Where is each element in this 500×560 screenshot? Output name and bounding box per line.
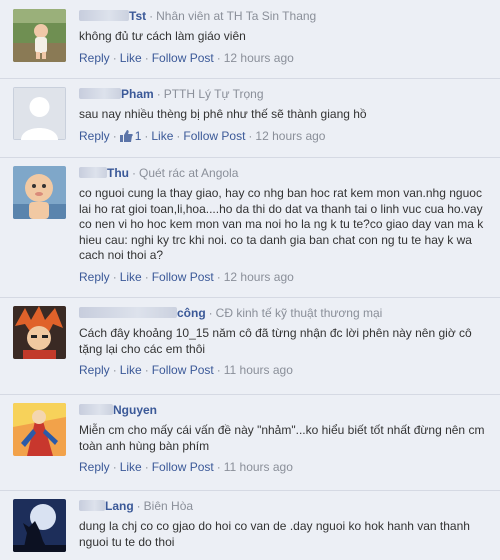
redacted-name xyxy=(79,404,113,415)
like-link[interactable]: Like xyxy=(120,363,142,377)
commenter-info: PTTH Lý Tự Trọng xyxy=(163,87,264,101)
anime-character-icon xyxy=(13,306,66,359)
commenter-name[interactable]: công xyxy=(177,306,206,320)
commenter-name[interactable]: Tst xyxy=(129,9,146,23)
redacted-name xyxy=(79,500,105,511)
user-avatar[interactable] xyxy=(13,499,66,552)
comment-text: không đủ tư cách làm giáo viên xyxy=(79,29,246,43)
colorful-figure-icon xyxy=(13,403,66,456)
comment-text: co nguoi cung la thay giao, hay co nhg b… xyxy=(79,186,484,262)
comment-item: Tst · Nhân viên at TH Ta Sin Thang không đ… xyxy=(0,0,500,79)
commenter-info: Biên Hòa xyxy=(143,499,194,513)
like-link[interactable]: Like xyxy=(151,129,173,143)
reply-link[interactable]: Reply xyxy=(79,51,110,65)
follow-post-link[interactable]: Follow Post xyxy=(152,460,214,474)
commenter-name[interactable]: Nguyen xyxy=(113,403,157,417)
reply-link[interactable]: Reply xyxy=(79,460,110,474)
comment-item: Nguyen Miễn cm cho mấy cái vấn đề này "n… xyxy=(0,394,500,491)
wolf-moon-icon xyxy=(13,499,66,552)
comment-text: sau nay nhiều thèng bị phê như thế sẽ th… xyxy=(79,107,367,121)
reply-link[interactable]: Reply xyxy=(79,129,110,143)
reply-link[interactable]: Reply xyxy=(79,270,110,284)
child-photo-icon xyxy=(13,9,66,62)
commenter-name[interactable]: Thu xyxy=(107,166,129,180)
default-user-icon xyxy=(13,87,66,140)
redacted-name xyxy=(79,10,129,21)
redacted-name xyxy=(79,167,107,178)
follow-post-link[interactable]: Follow Post xyxy=(152,363,214,377)
comment-item: công · CĐ kinh tế kỹ thuật thương mại Cách… xyxy=(0,297,500,395)
redacted-name xyxy=(79,88,121,99)
like-link[interactable]: Like xyxy=(120,460,142,474)
user-avatar[interactable] xyxy=(13,9,66,62)
commenter-name[interactable]: Lang xyxy=(105,499,134,513)
comment-item: Lang · Biên Hòa dung la chj co co gjao do … xyxy=(0,490,500,560)
redacted-name xyxy=(79,307,177,318)
reply-link[interactable]: Reply xyxy=(79,363,110,377)
commenter-info: CĐ kinh tế kỹ thuật thương mại xyxy=(215,306,383,320)
comment-item: Pham · PTTH Lý Tự Trọng sau nay nhiều thèn… xyxy=(0,78,500,158)
like-link[interactable]: Like xyxy=(120,270,142,284)
comment-timestamp[interactable]: 12 hours ago xyxy=(224,51,294,65)
comment-text: Miễn cm cho mấy cái vấn đề này "nhảm"...… xyxy=(79,423,485,453)
follow-post-link[interactable]: Follow Post xyxy=(152,51,214,65)
commenter-info: Quét rác at Angola xyxy=(139,166,239,180)
like-link[interactable]: Like xyxy=(120,51,142,65)
user-avatar[interactable] xyxy=(13,166,66,219)
like-count[interactable]: 1 xyxy=(135,129,142,143)
comment-timestamp[interactable]: 12 hours ago xyxy=(224,270,294,284)
baby-photo-icon xyxy=(13,166,66,219)
user-avatar[interactable] xyxy=(13,87,66,140)
comment-timestamp[interactable]: 11 hours ago xyxy=(224,363,293,377)
comment-timestamp[interactable]: 11 hours ago xyxy=(224,460,293,474)
user-avatar[interactable] xyxy=(13,403,66,456)
follow-post-link[interactable]: Follow Post xyxy=(183,129,245,143)
commenter-info: Nhân viên at TH Ta Sin Thang xyxy=(156,9,317,23)
comment-text: dung la chj co co gjao do hoi co van de … xyxy=(79,519,470,549)
follow-post-link[interactable]: Follow Post xyxy=(152,270,214,284)
user-avatar[interactable] xyxy=(13,306,66,359)
comment-timestamp[interactable]: 12 hours ago xyxy=(255,129,325,143)
comment-text: Cách đây khoảng 10_15 năm cô đã từng nhậ… xyxy=(79,326,472,356)
thumbs-up-icon xyxy=(119,129,133,142)
commenter-name[interactable]: Pham xyxy=(121,87,154,101)
comment-item: Thu · Quét rác at Angola co nguoi cung la … xyxy=(0,157,500,298)
